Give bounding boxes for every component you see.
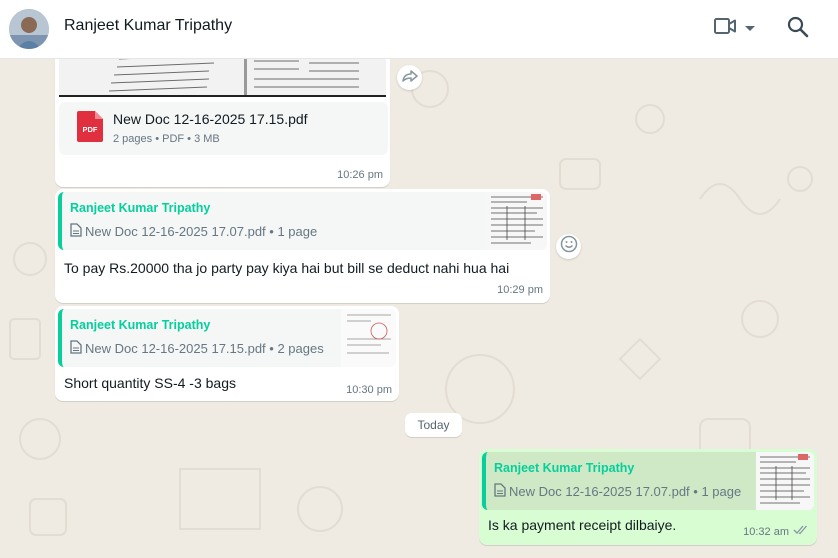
- message-bubble-reply[interactable]: Ranjeet Kumar Tripathy New Doc 12-16-202…: [55, 306, 399, 401]
- message-time: 10:30 pm: [346, 384, 392, 396]
- react-button[interactable]: [556, 234, 581, 259]
- document-icon: [70, 340, 82, 357]
- search-icon: [786, 16, 810, 43]
- document-file-name[interactable]: New Doc 12-16-2025 17.15.pdf: [113, 111, 308, 127]
- quoted-document: New Doc 12-16-2025 17.07.pdf • 1 page: [70, 223, 317, 240]
- document-icon: [494, 483, 506, 500]
- quoted-document-label: New Doc 12-16-2025 17.07.pdf • 1 page: [85, 224, 318, 239]
- message-text: Short quantity SS-4 -3 bags: [64, 375, 236, 391]
- quoted-document-thumbnail: [756, 452, 814, 510]
- chat-area[interactable]: PDF New Doc 12-16-2025 17.15.pdf 2 pages…: [0, 59, 838, 558]
- quoted-document-thumbnail: [487, 192, 547, 250]
- quoted-document: New Doc 12-16-2025 17.15.pdf • 2 pages: [70, 340, 324, 357]
- message-bubble-reply[interactable]: Ranjeet Kumar Tripathy New Doc 12-16-202…: [55, 189, 550, 303]
- chevron-down-icon[interactable]: [745, 19, 755, 37]
- quoted-message[interactable]: Ranjeet Kumar Tripathy New Doc 12-16-202…: [58, 192, 547, 250]
- quoted-document: New Doc 12-16-2025 17.07.pdf • 1 page: [494, 483, 741, 500]
- video-camera-icon: [713, 16, 737, 41]
- search-button[interactable]: [786, 15, 812, 41]
- quoted-document-label: New Doc 12-16-2025 17.15.pdf • 2 pages: [85, 341, 324, 356]
- forward-button[interactable]: [397, 65, 422, 90]
- chat-header: Ranjeet Kumar Tripathy: [0, 0, 838, 59]
- contact-name[interactable]: Ranjeet Kumar Tripathy: [64, 17, 232, 35]
- forward-icon: [401, 69, 418, 87]
- document-card[interactable]: PDF New Doc 12-16-2025 17.15.pdf 2 pages…: [59, 102, 388, 155]
- document-icon: [70, 223, 82, 240]
- quoted-sender-name: Ranjeet Kumar Tripathy: [494, 461, 635, 475]
- message-time: 10:26 pm: [337, 169, 383, 181]
- message-time-label: 10:32 am: [743, 525, 789, 538]
- quoted-document-label: New Doc 12-16-2025 17.07.pdf • 1 page: [509, 484, 742, 499]
- message-bubble-document[interactable]: PDF New Doc 12-16-2025 17.15.pdf 2 pages…: [55, 59, 390, 187]
- pdf-preview-image[interactable]: [59, 59, 386, 97]
- message-text: To pay Rs.20000 tha jo party pay kiya ha…: [64, 260, 510, 276]
- message-time: 10:32 am: [743, 525, 809, 538]
- pdf-badge-label: PDF: [82, 125, 98, 134]
- day-separator: Today: [405, 413, 462, 437]
- quoted-message[interactable]: Ranjeet Kumar Tripathy New Doc 12-16-202…: [58, 309, 396, 367]
- emoji-icon: [560, 235, 578, 258]
- quoted-sender-name: Ranjeet Kumar Tripathy: [70, 318, 211, 332]
- double-check-icon: [793, 525, 809, 538]
- contact-avatar[interactable]: [9, 9, 49, 49]
- quoted-message[interactable]: Ranjeet Kumar Tripathy New Doc 12-16-202…: [482, 452, 814, 510]
- quoted-document-thumbnail: [341, 309, 396, 367]
- video-call-button[interactable]: [713, 15, 759, 41]
- message-text: Is ka payment receipt dilbaiye.: [488, 517, 677, 533]
- message-time: 10:29 pm: [497, 284, 543, 296]
- document-file-meta: 2 pages • PDF • 3 MB: [113, 133, 220, 145]
- quoted-sender-name: Ranjeet Kumar Tripathy: [70, 201, 211, 215]
- message-bubble-outgoing[interactable]: Ranjeet Kumar Tripathy New Doc 12-16-202…: [479, 449, 817, 545]
- pdf-file-icon: PDF: [77, 111, 103, 142]
